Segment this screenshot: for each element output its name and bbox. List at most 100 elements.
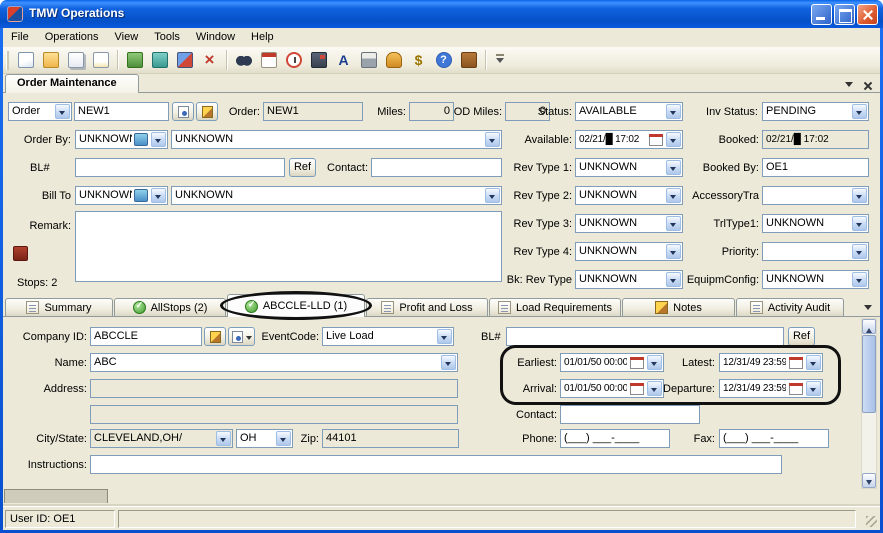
open-button[interactable] bbox=[39, 49, 62, 72]
menu-file[interactable]: File bbox=[3, 28, 37, 47]
resize-grip[interactable] bbox=[866, 516, 877, 527]
event-code-select[interactable]: Live Load bbox=[322, 327, 454, 346]
calendar-icon[interactable] bbox=[789, 383, 803, 395]
company-id-input[interactable]: ABCCLE bbox=[90, 327, 202, 346]
tab-abccle-lld[interactable]: ABCCLE-LLD (1) bbox=[227, 294, 365, 317]
remark-textarea[interactable] bbox=[75, 211, 502, 282]
order-display-field: NEW1 bbox=[263, 102, 363, 121]
status-select[interactable]: AVAILABLE bbox=[575, 102, 683, 121]
copy-button[interactable] bbox=[64, 49, 87, 72]
menu-help[interactable]: Help bbox=[243, 28, 282, 47]
edit-form-button[interactable] bbox=[89, 49, 112, 72]
priority-select[interactable] bbox=[762, 242, 869, 261]
stop-bl-label: BL# bbox=[481, 329, 507, 345]
tab-allstops[interactable]: AllStops (2) bbox=[114, 298, 226, 316]
company-edit-button[interactable] bbox=[204, 327, 226, 346]
company-list-button[interactable] bbox=[228, 327, 255, 346]
tab-activity-audit[interactable]: Activity Audit bbox=[736, 298, 844, 316]
order-lookup-button[interactable] bbox=[172, 102, 194, 121]
maximize-button[interactable] bbox=[834, 4, 855, 25]
app-icon[interactable] bbox=[7, 6, 23, 22]
instructions-input[interactable] bbox=[90, 455, 782, 474]
order-by-code-select[interactable]: UNKNOWN bbox=[75, 130, 168, 149]
stop-contact-input[interactable] bbox=[560, 405, 700, 424]
inv-status-select[interactable]: PENDING bbox=[762, 102, 869, 121]
scrollbar-up-button[interactable] bbox=[862, 319, 876, 334]
new-order-button[interactable] bbox=[14, 49, 37, 72]
clock-button[interactable] bbox=[282, 49, 305, 72]
rates-button[interactable] bbox=[407, 49, 430, 72]
order-edit-button[interactable] bbox=[196, 102, 218, 121]
find-button[interactable] bbox=[232, 49, 255, 72]
scrollbar-down-button[interactable] bbox=[862, 473, 876, 488]
menu-window[interactable]: Window bbox=[188, 28, 243, 47]
stop-ref-button[interactable]: Ref bbox=[788, 327, 815, 346]
order-label: Order: bbox=[220, 104, 260, 120]
bl-input[interactable] bbox=[75, 158, 285, 177]
menu-operations[interactable]: Operations bbox=[37, 28, 107, 47]
state-select[interactable]: OH bbox=[236, 429, 293, 448]
lookup-icon bbox=[232, 331, 243, 343]
rev-type2-label: Rev Type 2: bbox=[465, 188, 572, 204]
stop-bl-input[interactable] bbox=[506, 327, 784, 346]
delete-button[interactable] bbox=[198, 49, 221, 72]
tab-load-requirements[interactable]: Load Requirements bbox=[489, 298, 621, 316]
print-button[interactable] bbox=[357, 49, 380, 72]
tab-order-maintenance[interactable]: Order Maintenance bbox=[5, 74, 139, 93]
latest-date-picker[interactable]: 12/31/49 23:59 bbox=[719, 353, 823, 372]
allstops-tab-icon bbox=[133, 301, 146, 314]
font-button[interactable] bbox=[332, 49, 355, 72]
bill-to-name-select[interactable]: UNKNOWN bbox=[171, 186, 502, 205]
tab-close-button[interactable] bbox=[860, 78, 874, 92]
calendar-button[interactable] bbox=[257, 49, 280, 72]
minimize-button[interactable] bbox=[811, 4, 832, 25]
departure-date-picker[interactable]: 12/31/49 23:59 bbox=[719, 379, 823, 398]
phone-input[interactable]: (___) ___-____ bbox=[560, 429, 670, 448]
exit-button[interactable] bbox=[457, 49, 480, 72]
toolbar-grip[interactable] bbox=[6, 51, 9, 70]
earliest-date-picker[interactable]: 01/01/50 00:00 bbox=[560, 353, 664, 372]
accessory-select[interactable] bbox=[762, 186, 869, 205]
notes-tab-icon bbox=[655, 301, 668, 314]
calendar-icon[interactable] bbox=[630, 383, 644, 395]
scrollbar-thumb[interactable] bbox=[862, 335, 876, 413]
driver-button[interactable] bbox=[382, 49, 405, 72]
tab-list-button[interactable] bbox=[842, 77, 856, 91]
remark-label: Remark: bbox=[3, 218, 71, 234]
tab-notes[interactable]: Notes bbox=[622, 298, 735, 316]
tab-profit-and-loss[interactable]: Profit and Loss bbox=[366, 298, 488, 316]
ref-button[interactable]: Ref bbox=[289, 158, 316, 177]
trl-type1-select[interactable]: UNKNOWN bbox=[762, 214, 869, 233]
toolbar-overflow-icon[interactable] bbox=[493, 54, 507, 67]
planning-board-button[interactable] bbox=[148, 49, 171, 72]
order-number-input[interactable]: NEW1 bbox=[74, 102, 169, 121]
detail-tab-overflow-button[interactable] bbox=[861, 300, 875, 314]
window-button[interactable] bbox=[173, 49, 196, 72]
calendar-icon[interactable] bbox=[789, 357, 803, 369]
menu-tools[interactable]: Tools bbox=[146, 28, 188, 47]
name-select[interactable]: ABC bbox=[90, 353, 458, 372]
app-window: TMW Operations File Operations View Tool… bbox=[0, 0, 883, 533]
menu-view[interactable]: View bbox=[107, 28, 147, 47]
order-by-name-select[interactable]: UNKNOWN bbox=[171, 130, 502, 149]
titlebar[interactable]: TMW Operations bbox=[0, 0, 883, 28]
booked-by-field[interactable]: OE1 bbox=[762, 158, 869, 177]
dispatch-button[interactable] bbox=[307, 49, 330, 72]
book-button[interactable] bbox=[123, 49, 146, 72]
contact-label: Contact: bbox=[323, 160, 368, 176]
company-lookup-icon[interactable] bbox=[134, 133, 148, 146]
city-state-select[interactable]: CLEVELAND,OH/ bbox=[90, 429, 233, 448]
miles-field: 0 bbox=[409, 102, 454, 121]
miles-label: Miles: bbox=[363, 104, 406, 120]
detail-scrollbar[interactable] bbox=[861, 318, 877, 489]
help-button[interactable] bbox=[432, 49, 455, 72]
fax-input[interactable]: (___) ___-____ bbox=[719, 429, 829, 448]
calendar-icon[interactable] bbox=[630, 357, 644, 369]
company-lookup-icon[interactable] bbox=[134, 189, 148, 202]
equip-config-select[interactable]: UNKNOWN bbox=[762, 270, 869, 289]
stops-label: Stops: 2 bbox=[17, 275, 77, 291]
order-type-select[interactable]: Order bbox=[8, 102, 72, 121]
tab-summary[interactable]: Summary bbox=[5, 298, 113, 316]
bill-to-code-select[interactable]: UNKNOWN bbox=[75, 186, 168, 205]
close-button[interactable] bbox=[857, 4, 878, 25]
